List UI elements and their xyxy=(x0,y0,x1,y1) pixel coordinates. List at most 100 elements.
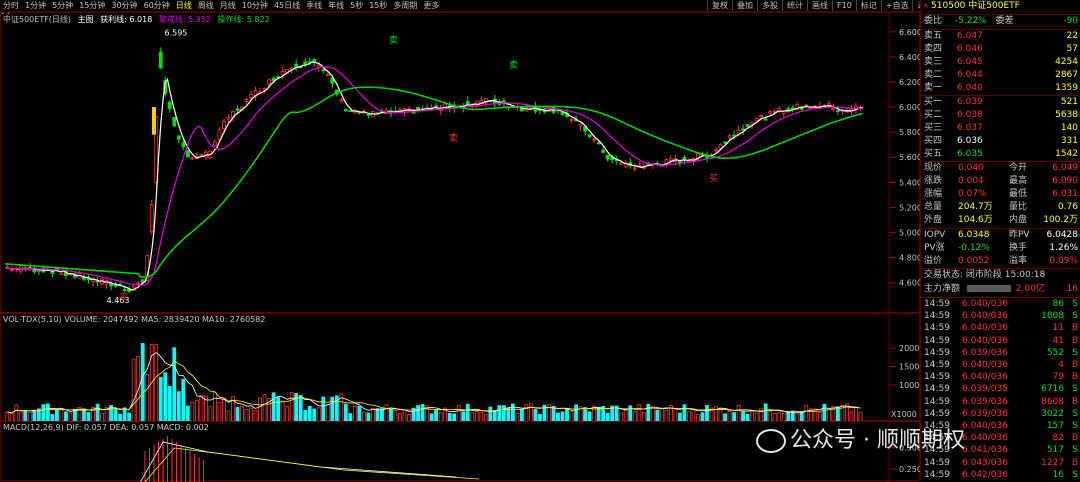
quote-row: 涨跌 0.004 最高 6.090 xyxy=(924,176,1078,186)
quote-row: 14:59 6.040/036 79 B xyxy=(924,372,1078,383)
candle-body xyxy=(199,153,204,156)
tab-timeframe[interactable]: 10分钟 xyxy=(239,0,271,11)
tab-timeframe[interactable]: 多周期 xyxy=(390,0,420,11)
toolbar-button[interactable]: 统计 xyxy=(782,0,807,11)
volume-bar xyxy=(217,402,222,422)
candle-body xyxy=(759,115,764,117)
volume-bar xyxy=(140,343,145,422)
quote-row: 14:59 6.043/036 1227 B xyxy=(924,457,1078,468)
volume-chart[interactable]: 20000 15000 10000 VOL-TDX(5,10) VOLUME: 20… xyxy=(0,313,921,422)
candle-body xyxy=(343,109,348,112)
tab-timeframe[interactable]: 更多 xyxy=(420,0,442,11)
volume-bar xyxy=(596,406,601,422)
volume-bar xyxy=(271,392,276,422)
candle-body xyxy=(632,167,637,170)
candle-body xyxy=(366,114,371,116)
y-tick-label: 5.800 xyxy=(899,128,921,137)
y-tick-label: 6.200 xyxy=(899,78,921,87)
quote-row: 14:59 6.040/036 1808 S xyxy=(924,311,1078,322)
candle-body xyxy=(741,128,746,131)
tab-timeframe[interactable]: 30分钟 xyxy=(108,0,140,11)
tab-timeframe[interactable]: 5秒 xyxy=(347,0,366,11)
toolbar-button[interactable]: 叠加 xyxy=(732,0,757,11)
volume-bar xyxy=(163,372,168,422)
tab-timeframe[interactable]: 分时 xyxy=(0,0,22,11)
candle-body xyxy=(348,110,353,112)
tab-timeframe[interactable]: 月线 xyxy=(217,0,239,11)
quote-panel: R 510500 中证500ETF 委比 -5.22% 委差 -90 交易状态:… xyxy=(920,0,1080,481)
volume-bar xyxy=(258,397,262,422)
volume-bar xyxy=(375,408,380,422)
toolbar-button[interactable]: F10 xyxy=(832,0,856,11)
quote-row: 买三 6.037 140 xyxy=(924,123,1078,133)
candle-body xyxy=(59,272,64,275)
toolbar-button[interactable]: 画线 xyxy=(807,0,832,11)
candle-body xyxy=(185,150,190,158)
candle-body xyxy=(723,141,727,144)
volume-bar xyxy=(420,404,425,422)
candle-body xyxy=(176,135,181,140)
candle-body xyxy=(226,117,231,120)
candle-body xyxy=(222,121,226,130)
y-tick-label: 4.600 xyxy=(899,279,921,288)
toolbar-button[interactable]: 标记 xyxy=(855,0,881,11)
tab-timeframe[interactable]: 日线 xyxy=(173,0,195,11)
volume-bar xyxy=(637,404,642,422)
main-kline-chart[interactable]: 6.600 6.400 6.200 6.000 5.800 5.600 5.400 5.200… xyxy=(0,12,921,314)
y-tick-label: 5.400 xyxy=(899,178,921,187)
quote-row: 卖四 6.046 57 xyxy=(924,44,1078,54)
quote-row: 14:59 6.040/036 11 B xyxy=(924,323,1078,334)
volume-bar xyxy=(705,405,709,422)
y-tick-label: 6.000 xyxy=(899,103,921,112)
candle-body xyxy=(50,271,55,274)
candle-body xyxy=(763,118,768,121)
tab-timeframe[interactable]: 15分钟 xyxy=(76,0,108,11)
volume-bar xyxy=(551,405,556,422)
ma-white-line xyxy=(4,61,863,291)
toolbar-button[interactable]: 复权 xyxy=(707,0,732,11)
volume-svg[interactable]: 20000 15000 10000 xyxy=(1,314,921,422)
candle-body xyxy=(280,70,285,75)
tool-buttons: 复权叠加多股统计画线F10标记+自选返回 xyxy=(707,0,937,11)
quote-row: 14:59 6.039/035 6716 S xyxy=(924,384,1078,395)
chart-name: 主图 xyxy=(77,15,94,24)
candle-body xyxy=(109,283,113,287)
tab-timeframe[interactable]: 1分钟 xyxy=(22,0,49,11)
candle-body xyxy=(213,141,217,146)
quote-row: 14:59 6.040/036 41 B xyxy=(924,335,1078,346)
volume-bar xyxy=(172,347,177,422)
candle-body xyxy=(235,108,240,112)
tab-timeframe[interactable]: 15秒 xyxy=(366,0,390,11)
y-tick-label: 5.000 xyxy=(899,228,921,237)
volume-bar xyxy=(411,407,416,422)
tab-timeframe[interactable]: 60分钟 xyxy=(141,0,173,11)
volume-bar xyxy=(276,397,281,422)
candle-body xyxy=(668,158,673,161)
tab-timeframe[interactable]: 45日线 xyxy=(271,0,303,11)
toolbar-button[interactable]: +自选 xyxy=(880,0,913,11)
stock-name: 中证500ETF xyxy=(968,1,1020,11)
tab-timeframe[interactable]: 周线 xyxy=(195,0,217,11)
kline-svg[interactable]: 6.600 6.400 6.200 6.000 5.800 5.600 5.400 5.200… xyxy=(1,13,921,314)
candle-body xyxy=(303,61,308,65)
quote-row: 14:59 6.040/036 4 B xyxy=(924,360,1078,370)
tab-timeframe[interactable]: 年线 xyxy=(325,0,347,11)
volume-bar xyxy=(181,378,186,422)
volume-bar xyxy=(289,392,294,422)
volume-bar xyxy=(176,391,181,422)
candle-body xyxy=(181,142,186,148)
toolbar-button[interactable]: 多股 xyxy=(757,0,782,11)
wechat-icon xyxy=(756,429,786,453)
tab-timeframe[interactable]: 5分钟 xyxy=(49,0,76,11)
candle-body xyxy=(836,110,840,112)
volume-bar xyxy=(659,408,664,422)
tab-timeframe[interactable]: 季线 xyxy=(303,0,325,11)
volume-bar xyxy=(298,394,303,422)
signal-annotation: 卖 xyxy=(509,60,518,71)
volume-bar xyxy=(316,407,321,422)
candle-body xyxy=(592,138,597,141)
y-tick-label: 6.600 xyxy=(899,28,921,37)
vol-tick-label: 20000 xyxy=(899,344,921,353)
volume-bar xyxy=(190,401,195,422)
signal-annotation: 卖 xyxy=(389,35,398,46)
